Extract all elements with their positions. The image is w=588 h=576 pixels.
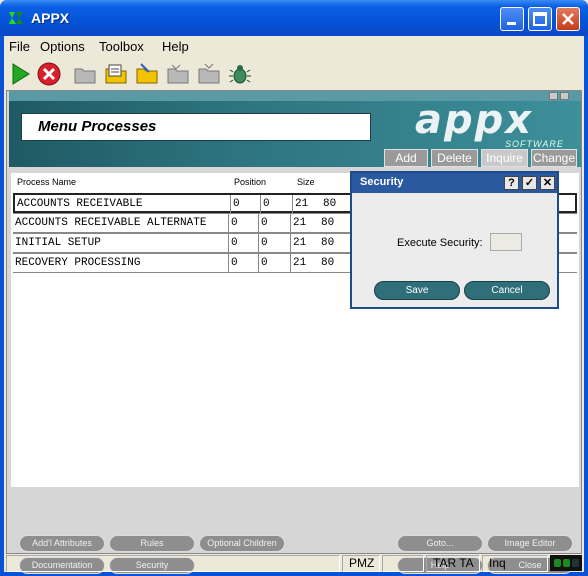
activity-indicator (550, 555, 582, 571)
mode-add-button[interactable]: Add (384, 149, 428, 167)
folder-icon[interactable] (73, 62, 97, 86)
execute-security-field[interactable] (490, 233, 522, 251)
status-mode: Inq (482, 555, 548, 572)
folder-icon[interactable] (166, 62, 190, 86)
save-button[interactable]: Save (374, 281, 460, 300)
column-header-process-name: Process Name (17, 177, 77, 187)
cell-position-col: 0 (259, 254, 291, 272)
menu-help[interactable]: Help (162, 39, 189, 54)
cell-position-row: 0 (229, 234, 259, 252)
dialog-title-bar[interactable]: Security ? ✓ ✕ (352, 173, 557, 193)
led-icon (563, 559, 570, 567)
cell-size-cols: 80 (321, 237, 335, 249)
mode-inquire-button[interactable]: Inquire (481, 149, 528, 167)
header-band: Menu Processes appx SOFTWARE Add Delete … (9, 91, 581, 167)
status-bar: PMZ TAR TA Inq (4, 554, 584, 572)
goto-button[interactable]: Goto... (397, 535, 483, 552)
menu-options[interactable]: Options (40, 39, 85, 54)
dialog-ok-button[interactable]: ✓ (522, 176, 537, 190)
cell-process-name: ACCOUNTS RECEIVABLE ALTERNATE (13, 214, 229, 232)
cell-size-cols: 80 (323, 198, 337, 210)
close-icon (562, 13, 574, 25)
led-icon (572, 559, 579, 567)
notepad-icon[interactable] (104, 62, 128, 86)
column-header-size: Size (297, 177, 315, 187)
cell-size-rows: 21 (293, 257, 307, 269)
security-dialog: Security ? ✓ ✕ Execute Security: Save Ca… (350, 171, 559, 309)
cancel-button[interactable]: Cancel (464, 281, 550, 300)
column-header-position: Position (234, 177, 267, 187)
mode-delete-button[interactable]: Delete (431, 149, 478, 167)
appx-logo: appx SOFTWARE (415, 97, 563, 149)
cell-size-rows: 21 (293, 217, 307, 229)
window-title: APPX (31, 10, 70, 26)
cell-size-rows: 21 (295, 198, 309, 210)
cell-position-row: 0 (229, 254, 259, 272)
page-title: Menu Processes (38, 118, 157, 135)
status-message (6, 555, 340, 572)
addl-attributes-button[interactable]: Add'l Attributes (19, 535, 105, 552)
cell-process-name: ACCOUNTS RECEIVABLE (15, 195, 231, 213)
stop-icon[interactable] (37, 62, 61, 86)
logo-subtext: SOFTWARE (505, 139, 564, 149)
minimize-button[interactable] (500, 7, 524, 31)
appx-app-icon (9, 12, 23, 24)
cell-position-row: 0 (231, 195, 261, 213)
menu-file[interactable]: File (9, 39, 30, 54)
cell-size-rows: 21 (293, 237, 307, 249)
minimize-icon (507, 22, 516, 25)
maximize-icon (533, 12, 547, 26)
cell-position-col: 0 (259, 234, 291, 252)
status-application: TAR TA (426, 555, 480, 572)
dialog-title: Security (360, 176, 404, 188)
cell-size-cols: 80 (321, 257, 335, 269)
bug-icon[interactable] (228, 62, 252, 86)
cell-size-cols: 80 (321, 217, 335, 229)
logo-text: appx (415, 97, 534, 143)
menubar: File Options Toolbox Help (4, 36, 584, 58)
cell-position-col: 0 (261, 195, 293, 213)
execute-security-label: Execute Security: (397, 237, 483, 249)
status-pmz: PMZ (342, 555, 380, 572)
menu-toolbox[interactable]: Toolbox (99, 39, 144, 54)
run-icon[interactable] (8, 62, 32, 86)
rules-button[interactable]: Rules (109, 535, 195, 552)
optional-children-button[interactable]: Optional Children (199, 535, 285, 552)
toolbar (4, 58, 584, 90)
title-bar[interactable]: APPX (0, 0, 588, 36)
dialog-help-button[interactable]: ? (504, 176, 519, 190)
image-editor-button[interactable]: Image Editor (487, 535, 573, 552)
cell-process-name: RECOVERY PROCESSING (13, 254, 229, 272)
panel-minimize-button[interactable] (549, 92, 558, 100)
folder-icon[interactable] (197, 62, 221, 86)
main-panel: Menu Processes appx SOFTWARE Add Delete … (6, 90, 582, 574)
page-title-plate: Menu Processes (21, 113, 371, 141)
cell-process-name: INITIAL SETUP (13, 234, 229, 252)
cell-position-col: 0 (259, 214, 291, 232)
cell-position-row: 0 (229, 214, 259, 232)
edit-folder-icon[interactable] (135, 62, 159, 86)
led-icon (554, 559, 561, 567)
panel-restore-button[interactable] (560, 92, 569, 100)
dialog-close-button[interactable]: ✕ (540, 176, 555, 190)
mode-change-button[interactable]: Change (531, 149, 577, 167)
close-window-button[interactable] (556, 7, 580, 31)
status-blank (382, 555, 424, 572)
maximize-button[interactable] (528, 7, 552, 31)
